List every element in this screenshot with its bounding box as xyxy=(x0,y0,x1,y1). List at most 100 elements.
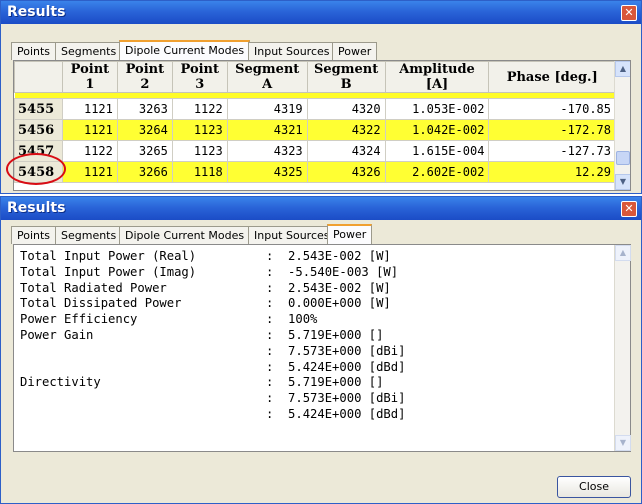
power-line-label: Power Gain xyxy=(20,327,94,342)
tab-dipole-current-modes[interactable]: Dipole Current Modes xyxy=(119,226,251,244)
power-line: : 7.573E+000 [dBi] xyxy=(20,391,405,407)
close-button[interactable]: Close xyxy=(557,476,631,498)
column-header[interactable]: Point 1 xyxy=(61,61,118,93)
close-icon[interactable]: ✕ xyxy=(621,201,637,217)
table-cell[interactable]: 4325 xyxy=(226,161,308,183)
title-bar[interactable]: Results ✕ xyxy=(1,197,641,220)
window-title: Results xyxy=(7,200,66,216)
table-cell[interactable]: 4321 xyxy=(226,119,308,141)
close-icon[interactable]: ✕ xyxy=(621,5,637,21)
table-row[interactable]: 5455 1121 3263 1122 4319 4320 1.053E-002… xyxy=(14,98,616,120)
power-line-value: 5.719E+000 [] xyxy=(288,375,384,390)
table-cell[interactable]: 4323 xyxy=(226,140,308,162)
tab-power[interactable]: Power xyxy=(327,224,373,244)
power-line: Power Efficiency: 100% xyxy=(20,312,405,328)
table-cell[interactable]: 4322 xyxy=(306,119,386,141)
power-line-label: Total Radiated Power xyxy=(20,280,167,295)
table-cell[interactable]: 3264 xyxy=(116,119,173,141)
table-cell[interactable]: 3265 xyxy=(116,140,173,162)
tab-points[interactable]: Points xyxy=(11,226,57,244)
table-row-highlighted[interactable]: 5456 1121 3264 1123 4321 4322 1.042E-002… xyxy=(14,119,616,141)
table-cell[interactable]: 3263 xyxy=(116,98,173,120)
table-scrollbar[interactable]: ▲ ▼ xyxy=(614,61,630,190)
table-cell[interactable]: -127.73 xyxy=(488,140,616,162)
tab-points[interactable]: Points xyxy=(11,42,57,60)
table-cell[interactable]: 12.29 xyxy=(488,161,616,183)
power-line: Power Gain: 5.719E+000 [] xyxy=(20,328,405,344)
table-cell[interactable]: 4324 xyxy=(306,140,386,162)
chevron-up-icon[interactable]: ▲ xyxy=(615,61,630,77)
column-header[interactable]: Point 2 xyxy=(116,61,173,93)
table-cell[interactable]: 1118 xyxy=(171,161,228,183)
power-report-panel: Total Input Power (Real): 2.543E-002 [W]… xyxy=(13,244,631,452)
power-line-label: Total Dissipated Power xyxy=(20,296,182,311)
power-line: Total Input Power (Imag): -5.540E-003 [W… xyxy=(20,265,405,281)
table-cell[interactable]: 1.615E-004 xyxy=(384,140,490,162)
power-line-value: 7.573E+000 [dBi] xyxy=(288,343,406,358)
power-line-label: Total Input Power (Imag) xyxy=(20,264,197,279)
table-cell[interactable]: 4326 xyxy=(306,161,386,183)
current-modes-table: Point 1 Point 2 Point 3 Segment A Segmen… xyxy=(14,61,616,183)
table-row[interactable]: 5457 1122 3265 1123 4323 4324 1.615E-004… xyxy=(14,140,616,162)
table-cell[interactable]: 1121 xyxy=(61,98,118,120)
tab-power[interactable]: Power xyxy=(332,42,378,60)
power-scrollbar[interactable]: ▲ ▼ xyxy=(614,245,631,451)
chevron-up-icon[interactable]: ▲ xyxy=(615,245,631,261)
table-cell[interactable]: 1123 xyxy=(171,119,228,141)
power-line: Total Dissipated Power: 0.000E+000 [W] xyxy=(20,296,405,312)
table-cell[interactable]: 1122 xyxy=(61,140,118,162)
table-cell[interactable]: 1.053E-002 xyxy=(384,98,490,120)
table-cell[interactable]: 1122 xyxy=(171,98,228,120)
column-header[interactable]: Amplitude [A] xyxy=(384,61,490,93)
power-line-value: 5.719E+000 [] xyxy=(288,327,384,342)
power-line: Total Radiated Power: 2.543E-002 [W] xyxy=(20,281,405,297)
tab-input-sources[interactable]: Input Sources xyxy=(248,42,336,60)
power-line-value: 100% xyxy=(288,312,318,327)
scrollbar-thumb[interactable] xyxy=(616,151,630,165)
power-line: : 7.573E+000 [dBi] xyxy=(20,344,405,360)
power-line: Total Input Power (Real): 2.543E-002 [W] xyxy=(20,249,405,265)
tab-input-sources[interactable]: Input Sources xyxy=(248,226,336,244)
table-cell[interactable]: 1121 xyxy=(61,119,118,141)
column-header[interactable]: Segment B xyxy=(306,61,386,93)
table-row-highlighted[interactable]: 5458 1121 3266 1118 4325 4326 2.602E-002… xyxy=(14,161,616,183)
column-header[interactable]: Segment A xyxy=(226,61,308,93)
table-cell[interactable]: -170.85 xyxy=(488,98,616,120)
row-header[interactable]: 5455 xyxy=(14,98,63,120)
table-cell[interactable]: 4320 xyxy=(306,98,386,120)
table-cell[interactable]: 1.042E-002 xyxy=(384,119,490,141)
power-line: Directivity: 5.719E+000 [] xyxy=(20,375,405,391)
power-line: : 5.424E+000 [dBd] xyxy=(20,360,405,376)
table-cell[interactable]: 4319 xyxy=(226,98,308,120)
title-bar[interactable]: Results ✕ xyxy=(1,1,641,24)
row-callout-circle xyxy=(6,153,66,185)
corner-header xyxy=(14,61,63,93)
power-report-text: Total Input Power (Real): 2.543E-002 [W]… xyxy=(20,249,405,423)
table-cell[interactable]: -172.78 xyxy=(488,119,616,141)
power-line-value: 5.424E+000 [dBd] xyxy=(288,359,406,374)
tab-segments[interactable]: Segments xyxy=(55,226,123,244)
tab-dipole-current-modes[interactable]: Dipole Current Modes xyxy=(119,40,251,60)
chevron-down-icon[interactable]: ▼ xyxy=(615,435,631,451)
tab-segments[interactable]: Segments xyxy=(55,42,123,60)
current-modes-table-panel: Point 1 Point 2 Point 3 Segment A Segmen… xyxy=(13,60,631,191)
table-cell[interactable]: 1123 xyxy=(171,140,228,162)
power-line-value: -5.540E-003 [W] xyxy=(288,264,399,279)
table-cell[interactable]: 1121 xyxy=(61,161,118,183)
chevron-down-icon[interactable]: ▼ xyxy=(615,174,630,190)
column-header[interactable]: Phase [deg.] xyxy=(488,61,616,93)
column-header[interactable]: Point 3 xyxy=(171,61,228,93)
power-line-value: 2.543E-002 [W] xyxy=(288,280,391,295)
row-header[interactable]: 5456 xyxy=(14,119,63,141)
table-cell[interactable]: 2.602E-002 xyxy=(384,161,490,183)
power-line-value: 5.424E+000 [dBd] xyxy=(288,406,406,421)
power-line-label: Power Efficiency xyxy=(20,312,138,327)
power-line: : 5.424E+000 [dBd] xyxy=(20,407,405,423)
table-cell[interactable]: 3266 xyxy=(116,161,173,183)
